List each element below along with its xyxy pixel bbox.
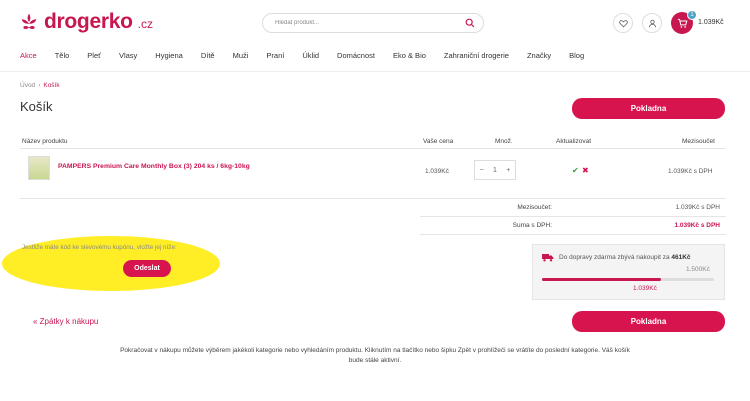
search-icon[interactable]: [465, 18, 475, 28]
cart-count-badge: 1: [687, 10, 697, 20]
user-icon: [648, 19, 656, 27]
total-label: Suma s DPH:: [512, 222, 552, 229]
summary-divider: [420, 216, 726, 217]
nav-divider: [0, 71, 750, 72]
coupon-submit-button[interactable]: Odeslat: [123, 260, 171, 277]
subtotal-value: 1.039Kč s DPH: [675, 204, 720, 211]
page-title: Košík: [20, 99, 53, 114]
nav-item-vlasy[interactable]: Vlasy: [119, 49, 137, 63]
nav-item-akce[interactable]: Akce: [20, 49, 37, 63]
nav-item-uklid[interactable]: Úklid: [302, 49, 319, 63]
checkout-button-bottom[interactable]: Pokladna: [572, 311, 725, 332]
product-price: 1.039Kč: [425, 168, 449, 175]
column-header-subtotal: Mezisoučet: [682, 138, 715, 145]
nav-item-telo[interactable]: Tělo: [55, 49, 70, 63]
logo-text: drogerko: [44, 10, 133, 33]
flower-logo-icon: [21, 13, 37, 30]
logo-suffix: .cz: [137, 17, 153, 31]
table-divider: [20, 148, 726, 149]
nav-item-znacky[interactable]: Značky: [527, 49, 551, 63]
cart-total[interactable]: 1.039Kč: [698, 19, 724, 26]
nav-item-domacnost[interactable]: Domácnost: [337, 49, 375, 63]
nav-item-hygiena[interactable]: Hygiena: [155, 49, 183, 63]
nav-item-eko-bio[interactable]: Eko & Bio: [393, 49, 426, 63]
free-shipping-text: Do dopravy zdarma zbývá nakoupit za 461K…: [559, 254, 691, 261]
row-divider: [20, 198, 726, 199]
back-to-shopping-link[interactable]: « Zpátky k nákupu: [33, 317, 98, 326]
quantity-stepper: − 1 +: [474, 160, 516, 180]
qty-increase-button[interactable]: +: [502, 167, 514, 174]
column-header-price: Vaše cena: [423, 138, 454, 145]
column-header-qty: Množ.: [495, 138, 513, 145]
nav-item-zahranicni-drogerie[interactable]: Zahraniční drogerie: [444, 49, 509, 63]
search-input[interactable]: [275, 20, 465, 26]
account-button[interactable]: [642, 13, 662, 33]
continue-shopping-note: Pokračovat v nákupu můžete výběrem jakék…: [120, 347, 630, 364]
subtotal-label: Mezisoučet:: [517, 204, 552, 211]
breadcrumb-separator: ›: [38, 82, 41, 89]
remove-item-icon[interactable]: ✖: [582, 166, 589, 175]
free-shipping-threshold: 1.500Kč: [686, 266, 710, 273]
truck-icon: [542, 254, 554, 262]
summary-divider-bottom: [420, 234, 726, 235]
nav-item-dite[interactable]: Dítě: [201, 49, 215, 63]
column-header-update: Aktualizovat: [556, 138, 592, 145]
checkout-button-top[interactable]: Pokladna: [572, 98, 725, 119]
free-shipping-prefix: Do dopravy zdarma zbývá nakoupit za: [559, 254, 670, 261]
heart-icon: [618, 19, 628, 27]
qty-value[interactable]: 1: [489, 167, 501, 174]
free-shipping-progress-fill: [542, 278, 661, 281]
free-shipping-remaining: 461Kč: [671, 254, 691, 261]
logo[interactable]: drogerko .cz: [18, 10, 153, 34]
nav-item-muzi[interactable]: Muži: [233, 49, 249, 63]
row-total: 1.039Kč s DPH: [668, 168, 713, 175]
search-bar: [262, 13, 484, 33]
main-nav: Akce Tělo Pleť Vlasy Hygiena Dítě Muži P…: [0, 49, 750, 63]
total-value: 1.039Kč s DPH: [674, 222, 720, 229]
product-image[interactable]: [28, 156, 50, 180]
wishlist-button[interactable]: [613, 13, 633, 33]
free-shipping-current: 1.039Kč: [633, 285, 657, 292]
nav-item-prani[interactable]: Praní: [266, 49, 284, 63]
breadcrumb-home[interactable]: Úvod: [20, 82, 35, 89]
breadcrumb: Úvod › Košík: [20, 82, 60, 89]
breadcrumb-current: Košík: [43, 82, 60, 89]
product-name-link[interactable]: PAMPERS Premium Care Monthly Box (3) 204…: [58, 163, 250, 170]
qty-decrease-button[interactable]: −: [476, 167, 488, 174]
column-header-name: Název produktu: [22, 138, 68, 145]
nav-item-blog[interactable]: Blog: [569, 49, 584, 63]
free-shipping-progress-bar: [542, 278, 714, 281]
coupon-prompt: Jestliže máte kód ke slevovému kupónu, v…: [22, 244, 177, 251]
cart-icon: [677, 18, 687, 28]
update-confirm-icon[interactable]: ✔: [572, 166, 579, 175]
nav-item-plet[interactable]: Pleť: [87, 49, 101, 63]
